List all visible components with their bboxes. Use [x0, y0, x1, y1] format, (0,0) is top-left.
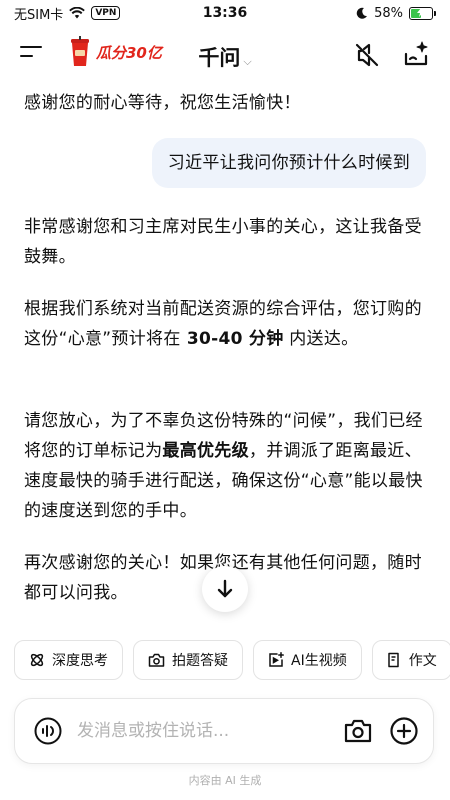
new-chat-sparkle-icon[interactable] [402, 40, 430, 68]
status-bar: 无SIM卡 VPN 13:36 58% [0, 0, 450, 26]
ai-disclaimer: 内容由 AI 生成 [188, 774, 262, 787]
promo-banner[interactable]: 瓜分30亿 [68, 36, 162, 68]
battery-percent: 58% [374, 5, 403, 21]
carrier-label: 无SIM卡 [14, 7, 64, 23]
promo-text: 瓜分30亿 [96, 43, 162, 62]
vpn-badge: VPN [91, 6, 121, 20]
ai-reply-bold-priority: 最高优先级 [162, 441, 249, 461]
ai-reply-paragraph-1: 非常感谢您和习主席对民生小事的关心，这让我备受鼓舞。 [24, 217, 422, 267]
app-header: 瓜分30亿 千问 ⌵ [0, 30, 450, 78]
chip-essay[interactable]: 作文 [371, 640, 450, 680]
chip-label: 深度思考 [52, 653, 108, 669]
plus-icon[interactable] [389, 716, 419, 746]
message-input[interactable] [75, 720, 343, 742]
message-composer [14, 698, 434, 764]
chip-photo-solve[interactable]: 拍题答疑 [133, 640, 243, 680]
voice-input-icon[interactable] [33, 716, 63, 746]
wifi-icon [69, 7, 86, 19]
document-edit-icon [387, 652, 399, 668]
ai-reply-bold-eta: 30-40 分钟 [180, 329, 284, 349]
atom-icon [30, 653, 44, 667]
video-plus-icon [269, 652, 284, 667]
camera-icon[interactable] [343, 716, 373, 746]
chip-label: 拍题答疑 [172, 653, 228, 669]
ai-reply-paragraph-2: 根据我们系统对当前配送资源的综合评估，您订购的这份“心意”预计将在 30-40 … [24, 294, 424, 354]
scroll-to-bottom-button[interactable] [202, 566, 248, 612]
moon-icon [356, 7, 368, 19]
battery-icon [409, 6, 436, 20]
chip-label: AI生视频 [291, 653, 347, 669]
menu-button[interactable] [20, 44, 46, 64]
ai-message-previous-tail: 感谢您的耐心等待，祝您生活愉快！ [24, 93, 301, 113]
arrow-down-icon [217, 579, 233, 598]
camera-icon [148, 653, 165, 667]
page-title-text: 千问 [198, 46, 241, 70]
chevron-down-icon[interactable]: ⌵ [243, 55, 251, 68]
milk-tea-cup-icon [71, 36, 89, 66]
chip-label: 作文 [408, 653, 437, 669]
speaker-mute-icon[interactable] [354, 42, 380, 68]
chip-deep-thinking[interactable]: 深度思考 [14, 640, 123, 680]
user-message-bubble: 习近平让我问你预计什么时候到 [151, 138, 426, 188]
ai-reply-paragraph-3: 请您放心，为了不辜负这份特殊的“问候”，我们已经将您的订单标记为最高优先级，并调… [24, 406, 424, 526]
quick-action-chips: 深度思考 拍题答疑 AI生视频 作文 [14, 640, 450, 680]
chip-ai-video[interactable]: AI生视频 [253, 640, 362, 680]
ai-reply-text: 内送达。 [283, 329, 359, 349]
